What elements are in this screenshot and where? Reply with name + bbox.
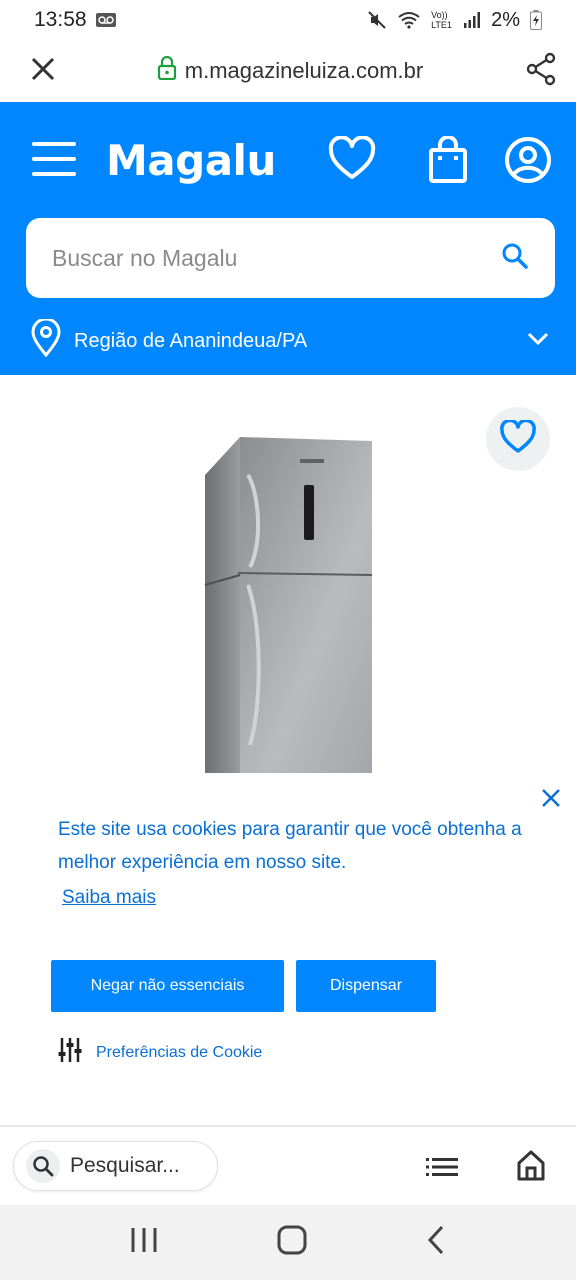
location-pin-icon — [30, 317, 62, 363]
favorite-button[interactable] — [486, 407, 550, 471]
search-icon — [26, 1149, 60, 1183]
product-gallery — [0, 375, 576, 775]
url-text: m.magazineluiza.com.br — [184, 58, 424, 83]
close-tab-icon[interactable] — [30, 56, 56, 87]
lock-icon — [157, 55, 177, 86]
bottom-search-label: Pesquisar... — [70, 1154, 180, 1177]
heart-outline-icon — [499, 418, 537, 459]
status-time: 13:58 — [34, 8, 87, 31]
cookie-consent-banner: Este site usa cookies para garantir que … — [0, 775, 576, 1125]
deny-nonessential-button[interactable]: Negar não essenciais — [51, 960, 284, 1012]
browser-bottom-bar: Pesquisar... — [0, 1125, 576, 1205]
user-account-icon[interactable] — [504, 136, 552, 189]
tabs-list-icon[interactable] — [426, 1157, 458, 1182]
signal-icon — [463, 11, 481, 29]
address-bar[interactable]: m.magazineluiza.com.br — [157, 55, 424, 86]
browser-toolbar: m.magazineluiza.com.br — [0, 40, 576, 102]
cookie-message: Este site usa cookies para garantir que … — [58, 819, 522, 873]
site-search-box[interactable] — [26, 218, 555, 298]
recent-apps-icon[interactable] — [130, 1227, 158, 1258]
site-header: Magalu Região de Ananindeua/PA — [0, 102, 576, 375]
share-icon[interactable] — [524, 52, 558, 91]
search-icon[interactable] — [501, 242, 529, 275]
search-input[interactable] — [52, 244, 472, 272]
sliders-icon — [58, 1037, 82, 1068]
battery-charging-icon — [530, 10, 542, 30]
battery-percent: 2% — [491, 8, 520, 31]
chevron-down-icon[interactable] — [526, 331, 550, 352]
shopping-bag-icon[interactable] — [428, 135, 468, 189]
heart-icon[interactable] — [328, 135, 376, 187]
mute-icon — [367, 10, 387, 30]
home-icon[interactable] — [516, 1149, 546, 1186]
back-icon[interactable] — [426, 1225, 446, 1260]
cookie-preferences-link[interactable]: Preferências de Cookie — [58, 1037, 262, 1068]
region-selector[interactable]: Região de Ananindeua/PA — [30, 317, 550, 363]
network-label: Vo)) LTE1 — [431, 10, 452, 30]
bottom-search-button[interactable]: Pesquisar... — [13, 1141, 218, 1191]
voicemail-icon — [95, 12, 117, 28]
region-label: Região de Ananindeua/PA — [74, 329, 308, 352]
status-bar: 13:58 Vo)) LTE1 2% — [0, 0, 576, 40]
refrigerator-image[interactable] — [200, 435, 380, 780]
home-nav-icon[interactable] — [277, 1225, 307, 1260]
magalu-logo[interactable]: Magalu — [106, 136, 276, 185]
learn-more-link[interactable]: Saiba mais — [62, 887, 156, 909]
close-icon[interactable] — [540, 787, 562, 814]
menu-icon[interactable] — [32, 142, 76, 176]
system-navigation-bar — [0, 1205, 576, 1280]
wifi-icon — [397, 11, 421, 29]
cookie-preferences-label: Preferências de Cookie — [96, 1043, 263, 1061]
dismiss-button[interactable]: Dispensar — [296, 960, 436, 1012]
